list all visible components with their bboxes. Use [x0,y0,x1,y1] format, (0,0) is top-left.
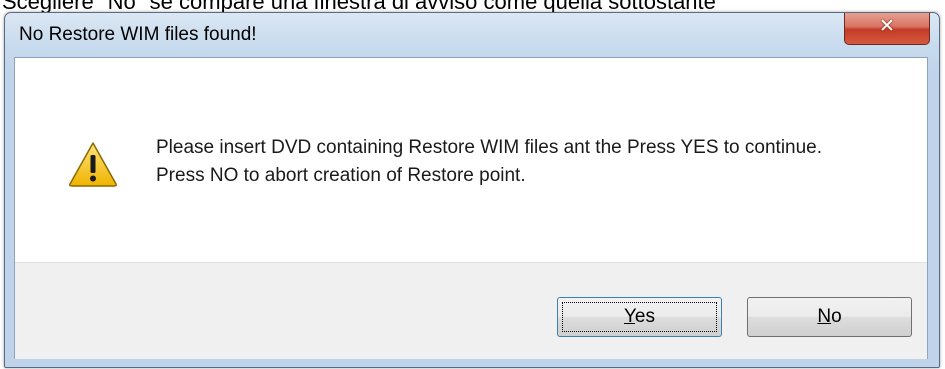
title-bar[interactable]: No Restore WIM files found! ✕ [5,13,939,57]
close-icon: ✕ [879,15,895,37]
no-label-rest: o [831,306,842,327]
message-area: Please insert DVD containing Restore WIM… [15,58,927,262]
warning-icon [69,142,117,187]
yes-button[interactable]: Yes [557,297,722,337]
no-button[interactable]: No [747,297,912,337]
dialog-message: Please insert DVD containing Restore WIM… [156,134,896,190]
focus-rectangle [562,302,717,332]
dialog-title: No Restore WIM files found! [19,24,257,45]
message-line-1: Please insert DVD containing Restore WIM… [156,137,823,158]
close-button[interactable]: ✕ [844,13,930,45]
dialog-window: No Restore WIM files found! ✕ Please ins… [4,12,940,368]
message-line-2: Press NO to abort creation of Restore po… [156,165,526,186]
dialog-client-area: Please insert DVD containing Restore WIM… [14,57,928,359]
button-bar: Yes No [15,262,927,359]
no-accelerator: N [817,306,832,327]
